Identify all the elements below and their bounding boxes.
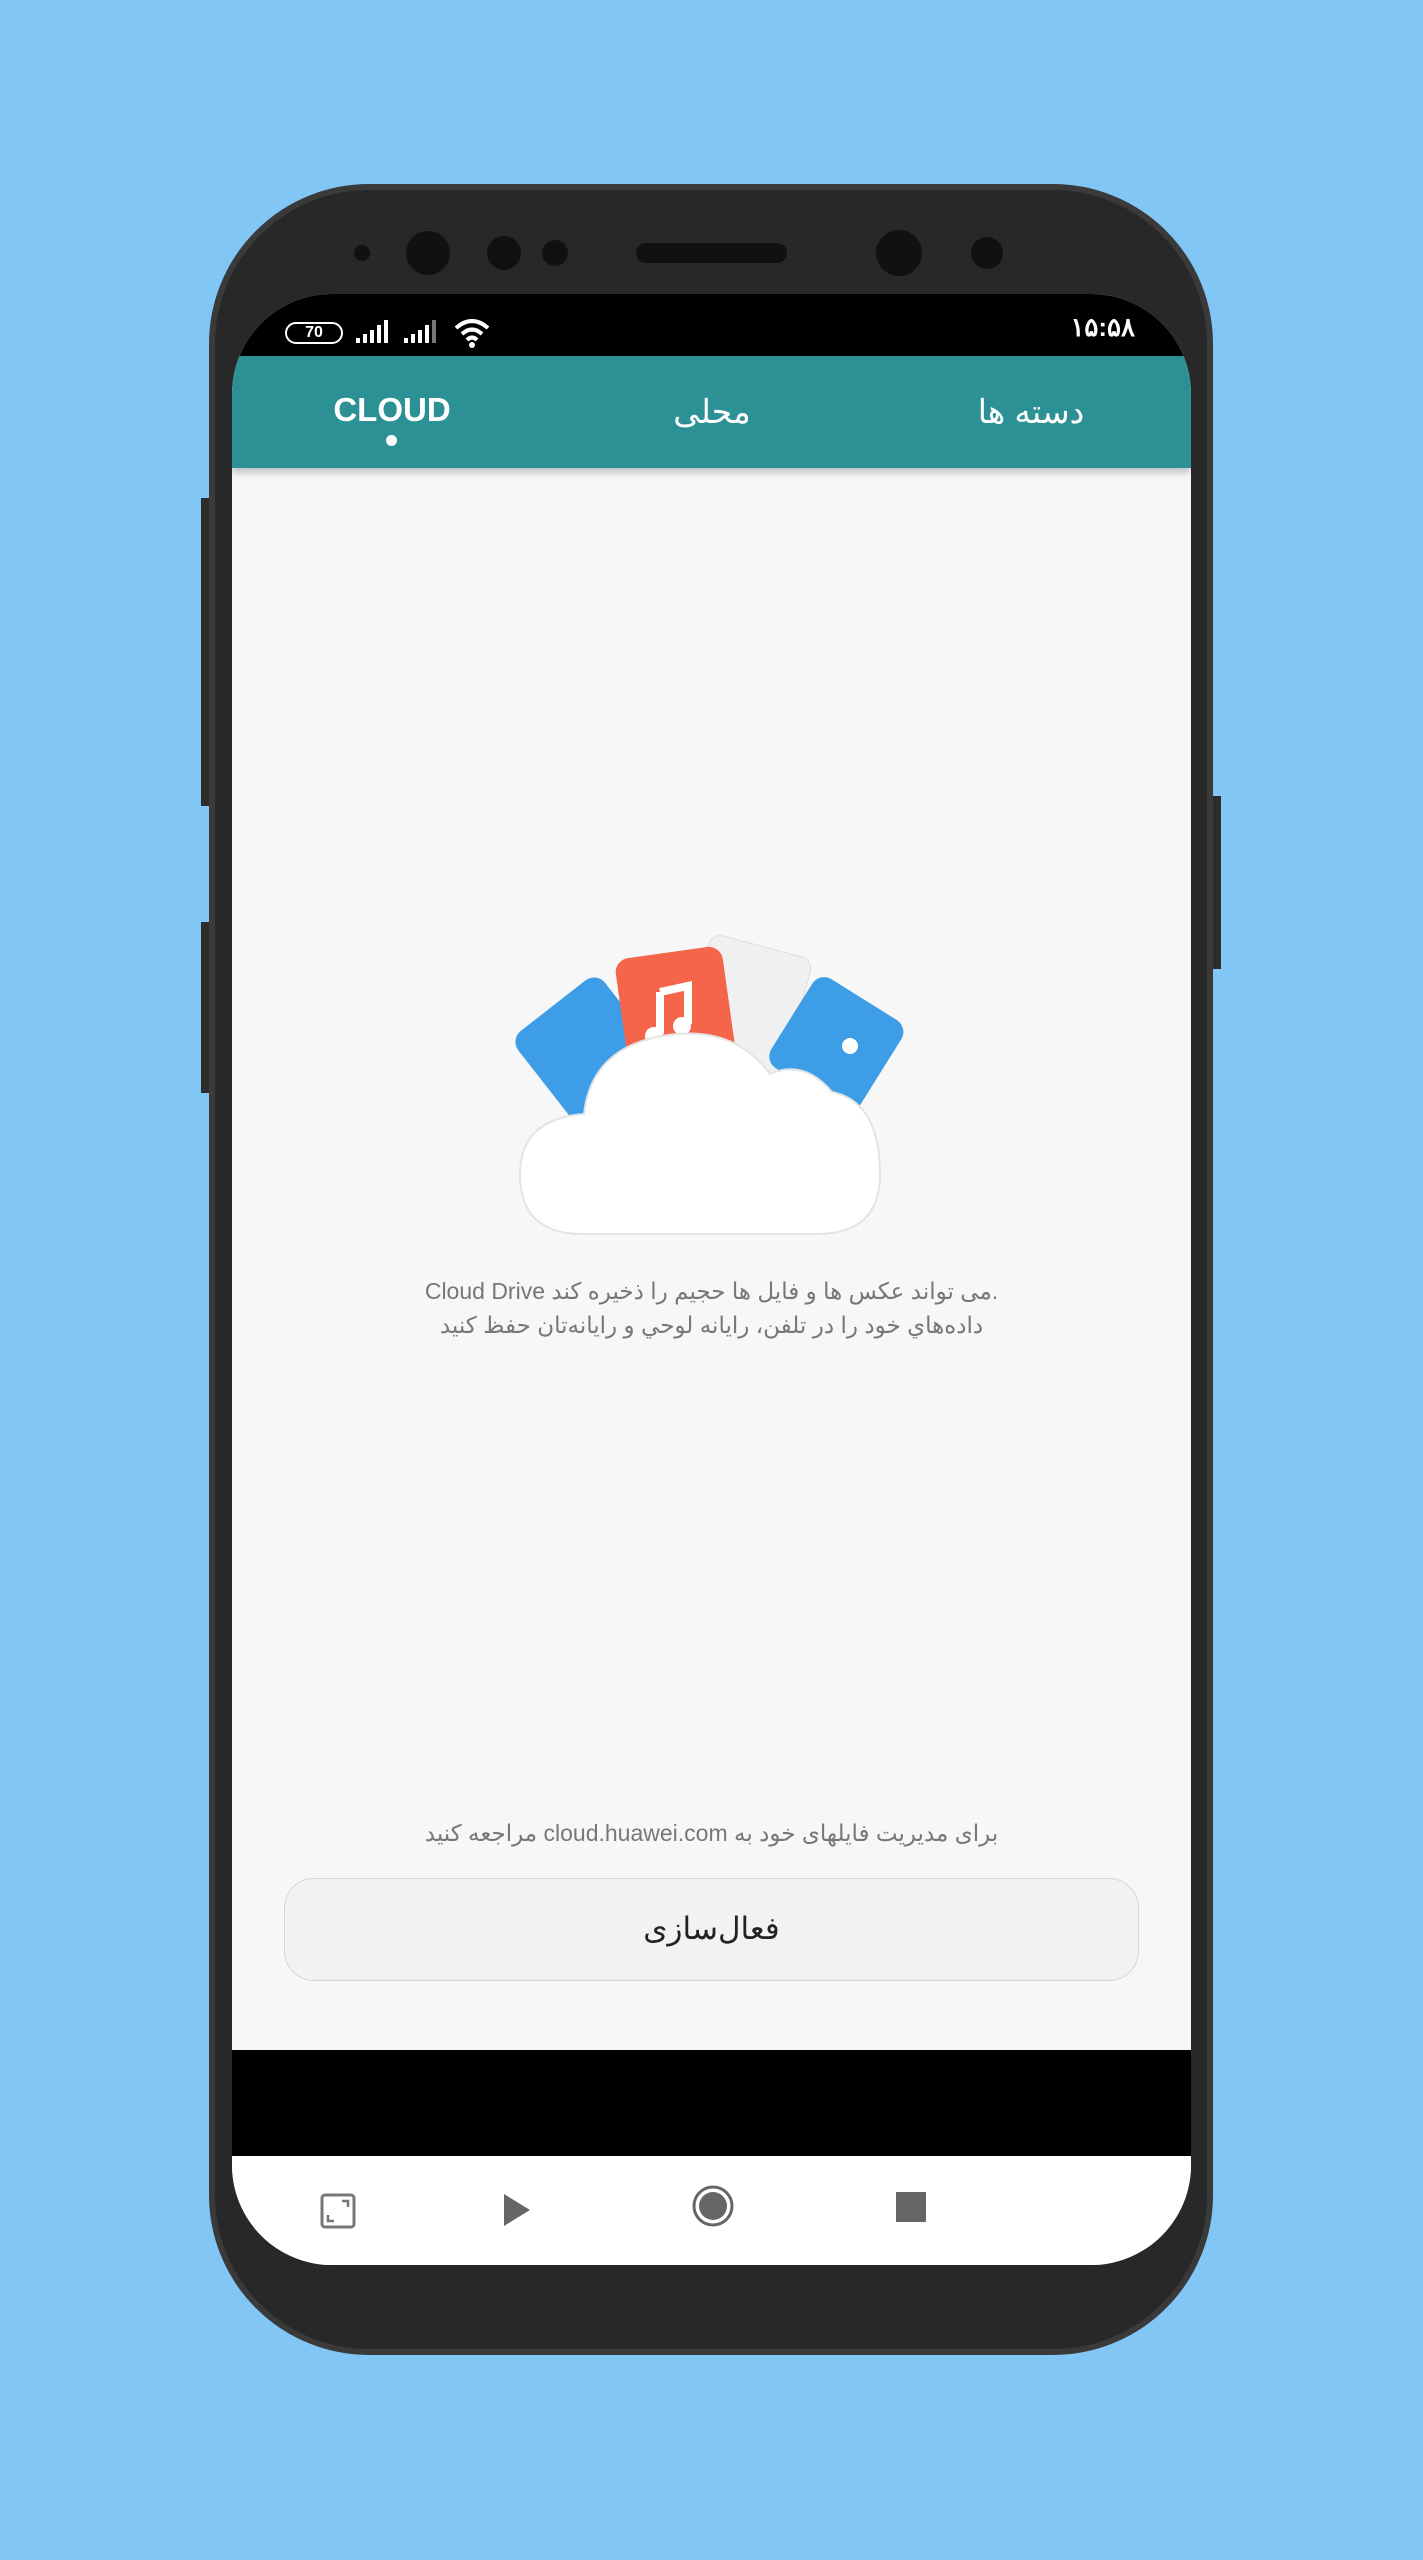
active-tab-indicator [386, 435, 397, 446]
tab-label: CLOUD [333, 391, 451, 428]
sensor [971, 237, 1003, 269]
stop-icon[interactable] [896, 2192, 926, 2222]
black-area [232, 2050, 1191, 2156]
speaker-grille [636, 243, 787, 263]
status-bar: 70 ۱۵:۵۸ [232, 294, 1191, 356]
sensor [354, 245, 370, 261]
activate-button[interactable]: فعال‌سازی [284, 1878, 1139, 1981]
tab-label: محلی [673, 393, 751, 430]
screenshot-icon[interactable] [320, 2193, 356, 2229]
battery-icon: 70 [285, 322, 343, 344]
front-camera [406, 231, 450, 275]
cloud-illustration [515, 935, 904, 1235]
sensor [542, 240, 568, 266]
description-line-2: داده‌هاي خود را در تلفن، رايانه لوحي و ر… [439, 1312, 984, 1338]
tab-label: دسته ها [977, 393, 1085, 430]
tab-local[interactable]: محلی [562, 356, 862, 468]
signal-icon [404, 320, 436, 343]
tab-categories[interactable]: دسته ها [881, 356, 1181, 468]
front-camera [876, 230, 922, 276]
battery-level: 70 [305, 324, 323, 341]
signal-icon [356, 320, 388, 343]
wifi-icon [454, 319, 490, 348]
home-icon[interactable] [691, 2184, 735, 2228]
tab-cloud[interactable]: CLOUD [242, 356, 542, 468]
manage-hint: برای مدیریت فایلهای خود به cloud.huawei.… [424, 1820, 999, 1846]
clock: ۱۵:۵۸ [1070, 312, 1135, 342]
sensor [487, 236, 521, 270]
navigation-bar [232, 2156, 1191, 2265]
tab-bar: CLOUD محلی دسته ها [232, 356, 1191, 468]
screen: 70 ۱۵:۵۸ CLOUD محلی دسته ها .می تواند عک… [232, 294, 1191, 2265]
description-line-1: .می تواند عکس ها و فایل ها حجیم را ذخیره… [424, 1278, 999, 1304]
play-icon[interactable] [502, 2192, 534, 2228]
